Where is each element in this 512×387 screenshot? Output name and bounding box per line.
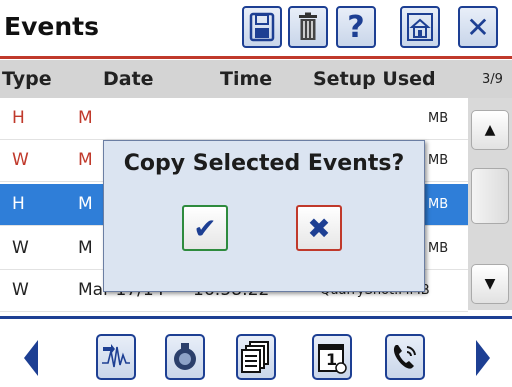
scroll-thumb[interactable]: [471, 168, 509, 224]
waveform-import-icon: [102, 344, 130, 368]
page-indicator: 3/9: [482, 72, 503, 87]
seal-icon: [174, 343, 196, 370]
help-button[interactable]: ?: [336, 6, 376, 48]
scroll-down-button[interactable]: ▼: [471, 264, 509, 304]
column-header-type: Type: [2, 68, 52, 90]
trash-icon: [299, 12, 317, 40]
page-title: Events: [4, 12, 99, 41]
row-type: H: [12, 194, 25, 214]
copy-button[interactable]: [236, 334, 276, 380]
phone-button[interactable]: [385, 334, 425, 380]
arrow-up-icon: ▲: [484, 122, 496, 138]
scrollbar[interactable]: ▲ ▼: [468, 98, 512, 310]
import-waveform-button[interactable]: [96, 334, 136, 380]
row-setup: MB: [428, 111, 449, 126]
next-arrow-icon[interactable]: [476, 340, 490, 376]
row-setup: MB: [428, 153, 449, 168]
copy-events-dialog: Copy Selected Events? ✔ ✖: [103, 140, 425, 292]
close-icon: ✕: [466, 10, 490, 44]
row-type: W: [12, 280, 29, 300]
home-button[interactable]: [400, 6, 440, 48]
row-date: M: [78, 238, 93, 258]
cancel-button[interactable]: ✖: [296, 205, 342, 251]
footer-divider: [0, 316, 512, 319]
home-icon: [407, 13, 433, 41]
delete-button[interactable]: [288, 6, 328, 48]
close-x-icon: ✖: [307, 211, 331, 245]
row-date: M: [78, 194, 93, 214]
dialog-title: Copy Selected Events?: [123, 151, 405, 176]
header-divider: [0, 56, 512, 59]
row-setup: MB: [428, 197, 449, 212]
checkmark-icon: ✔: [193, 211, 217, 245]
column-header-time: Time: [220, 68, 273, 90]
calendar-one-icon: 1: [326, 350, 338, 369]
seal-button[interactable]: [165, 334, 205, 380]
table-row[interactable]: H M MB: [0, 98, 468, 140]
footer-toolbar: 1: [0, 312, 512, 387]
row-type: W: [12, 238, 29, 258]
save-button[interactable]: [242, 6, 282, 48]
copy-pages-icon: [241, 341, 269, 373]
row-date: M: [78, 150, 93, 170]
row-type: W: [12, 150, 29, 170]
row-date: M: [78, 108, 93, 128]
row-type: H: [12, 108, 25, 128]
close-button[interactable]: ✕: [458, 6, 498, 48]
phone-icon: [393, 345, 416, 369]
scroll-up-button[interactable]: ▲: [471, 110, 509, 150]
row-setup: MB: [428, 241, 449, 256]
save-icon: [249, 12, 275, 42]
help-icon: ?: [347, 9, 365, 45]
arrow-down-icon: ▼: [484, 276, 496, 292]
confirm-button[interactable]: ✔: [182, 205, 228, 251]
column-headers: Type Date Time Setup Used 3/9: [0, 60, 512, 98]
column-header-date: Date: [103, 68, 154, 90]
previous-arrow-icon[interactable]: [24, 340, 38, 376]
column-header-setup: Setup Used: [313, 68, 436, 90]
calendar-button[interactable]: 1: [312, 334, 352, 380]
header: Events ? ✕: [0, 0, 512, 59]
